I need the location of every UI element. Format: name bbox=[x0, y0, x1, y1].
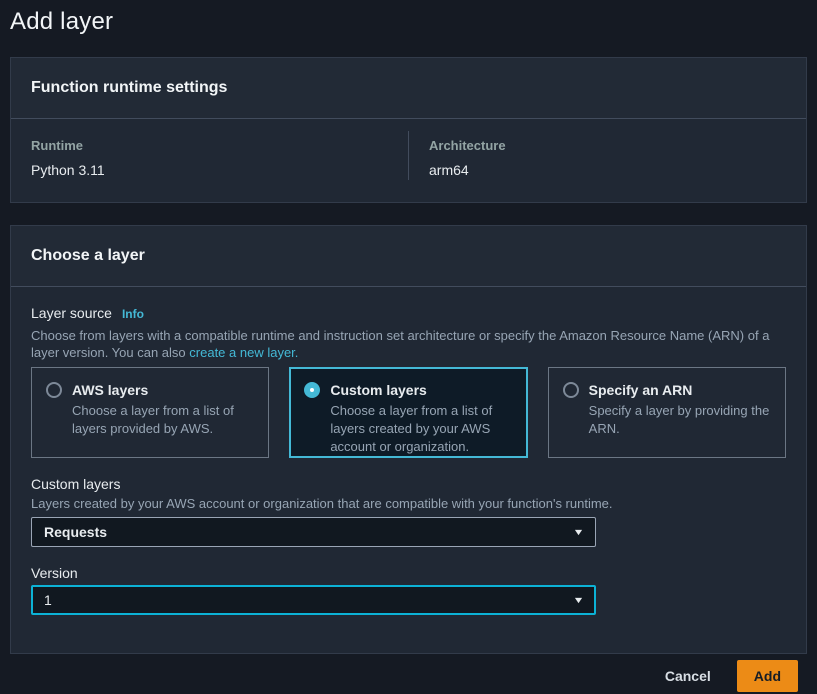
option-title-row: Custom layers bbox=[304, 380, 512, 400]
custom-layers-select[interactable]: Requests ▼ bbox=[31, 517, 596, 547]
option-label: AWS layers bbox=[72, 380, 148, 400]
page-title: Add layer bbox=[10, 8, 807, 36]
option-label: Specify an ARN bbox=[589, 380, 693, 400]
option-title-row: Specify an ARN bbox=[563, 380, 771, 400]
architecture-label: Architecture bbox=[429, 131, 786, 155]
option-label: Custom layers bbox=[330, 380, 426, 400]
runtime-field: Runtime Python 3.11 bbox=[11, 131, 408, 180]
cancel-button[interactable]: Cancel bbox=[665, 664, 711, 688]
choose-layer-panel: Choose a layer Layer source Info Choose … bbox=[10, 225, 807, 654]
function-runtime-settings-title: Function runtime settings bbox=[31, 77, 786, 99]
radio-icon[interactable] bbox=[46, 382, 62, 398]
custom-layers-description: Layers created by your AWS account or or… bbox=[31, 495, 786, 512]
function-runtime-settings-body: Runtime Python 3.11 Architecture arm64 bbox=[11, 119, 806, 202]
custom-layers-label: Custom layers bbox=[31, 474, 786, 494]
layer-source-description: Choose from layers with a compatible run… bbox=[31, 327, 783, 361]
option-description: Choose a layer from a list of layers pro… bbox=[72, 402, 254, 438]
function-runtime-settings-header: Function runtime settings bbox=[11, 58, 806, 119]
option-card-custom-layers[interactable]: Custom layers Choose a layer from a list… bbox=[289, 367, 527, 458]
architecture-value: arm64 bbox=[429, 160, 786, 180]
version-selected-value: 1 bbox=[44, 592, 52, 608]
choose-layer-body: Layer source Info Choose from layers wit… bbox=[11, 287, 806, 653]
create-new-layer-link[interactable]: create a new layer. bbox=[189, 345, 298, 360]
version-label: Version bbox=[31, 563, 786, 583]
layer-source-options: AWS layers Choose a layer from a list of… bbox=[31, 367, 786, 458]
radio-icon[interactable] bbox=[563, 382, 579, 398]
architecture-field: Architecture arm64 bbox=[408, 131, 806, 180]
choose-layer-title: Choose a layer bbox=[31, 245, 786, 267]
add-button[interactable]: Add bbox=[737, 660, 798, 692]
custom-layers-selected-value: Requests bbox=[44, 524, 107, 540]
option-card-aws-layers[interactable]: AWS layers Choose a layer from a list of… bbox=[31, 367, 269, 458]
version-select[interactable]: 1 ▼ bbox=[31, 585, 596, 615]
option-description: Specify a layer by providing the ARN. bbox=[589, 402, 771, 438]
function-runtime-settings-panel: Function runtime settings Runtime Python… bbox=[10, 57, 807, 203]
footer-actions: Cancel Add bbox=[10, 660, 807, 692]
option-description: Choose a layer from a list of layers cre… bbox=[330, 402, 512, 456]
layer-source-description-text: Choose from layers with a compatible run… bbox=[31, 328, 769, 360]
layer-source-row: Layer source Info bbox=[31, 303, 786, 323]
option-title-row: AWS layers bbox=[46, 380, 254, 400]
chevron-down-icon: ▼ bbox=[573, 596, 585, 605]
layer-source-label: Layer source bbox=[31, 303, 112, 323]
option-card-specify-arn[interactable]: Specify an ARN Specify a layer by provid… bbox=[548, 367, 786, 458]
runtime-label: Runtime bbox=[31, 131, 388, 155]
radio-icon[interactable] bbox=[304, 382, 320, 398]
chevron-down-icon: ▼ bbox=[573, 528, 585, 537]
choose-layer-header: Choose a layer bbox=[11, 226, 806, 287]
add-layer-page: Add layer Function runtime settings Runt… bbox=[0, 0, 817, 692]
info-link[interactable]: Info bbox=[122, 307, 144, 321]
runtime-value: Python 3.11 bbox=[31, 160, 388, 180]
